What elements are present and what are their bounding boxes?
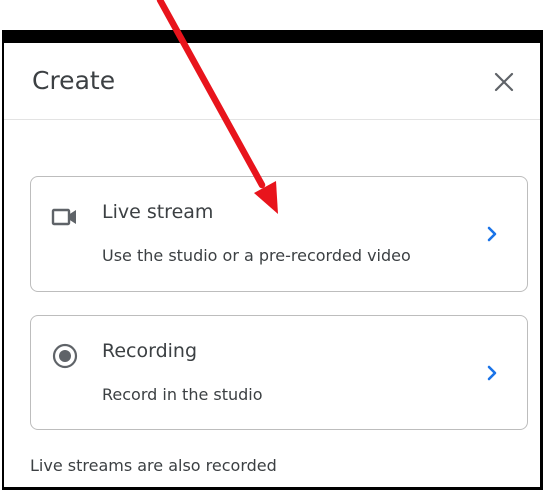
recording-description: Record in the studio (102, 385, 263, 404)
close-button[interactable] (486, 64, 522, 100)
chevron-right-icon (485, 364, 499, 382)
recording-option[interactable]: Recording Record in the studio (30, 315, 528, 430)
recording-title: Recording (102, 340, 198, 362)
dialog-title: Create (32, 66, 116, 95)
close-icon (494, 72, 514, 92)
live-stream-option[interactable]: Live stream Use the studio or a pre-reco… (30, 176, 528, 292)
live-stream-title: Live stream (102, 201, 214, 223)
radio-button-icon (51, 342, 79, 370)
window-top-border (4, 30, 540, 43)
header-divider (4, 119, 540, 120)
create-dialog: Create Live stream Use the studio or a p… (2, 30, 543, 490)
video-camera-icon (51, 203, 79, 231)
chevron-right-icon (485, 225, 499, 243)
live-stream-description: Use the studio or a pre-recorded video (102, 246, 411, 265)
footnote: Live streams are also recorded (30, 456, 277, 475)
